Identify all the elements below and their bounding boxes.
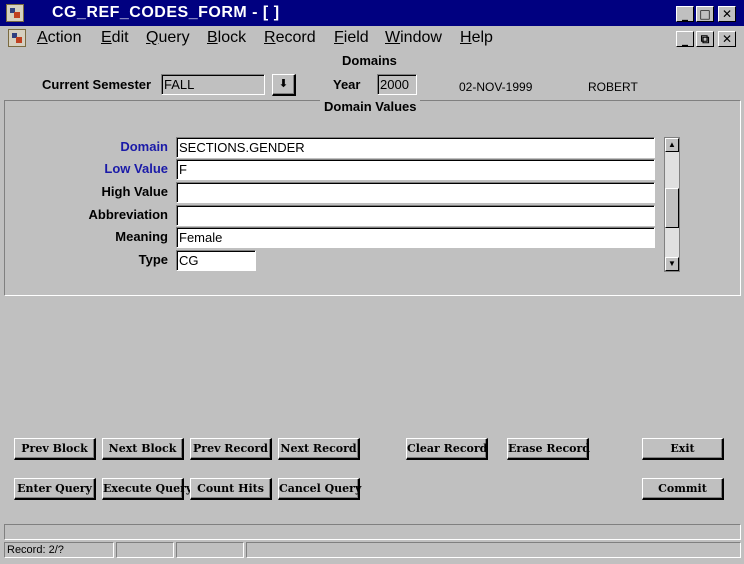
window-title: CG_REF_CODES_FORM - [ ] — [52, 4, 280, 21]
enter-query-button[interactable]: Enter Query — [14, 478, 96, 500]
count-hits-button[interactable]: Count Hits — [190, 478, 272, 500]
scroll-up-icon[interactable]: ▲ — [665, 138, 679, 152]
app-icon[interactable] — [6, 4, 24, 22]
mdi-close-button[interactable]: ✕ — [718, 31, 736, 47]
scroll-down-icon[interactable]: ▼ — [665, 257, 679, 271]
status-cell-4 — [246, 542, 741, 558]
menu-query[interactable]: Query — [146, 29, 190, 47]
year-label: Year — [333, 77, 361, 92]
mdi-minimize-button[interactable]: _ — [676, 31, 694, 47]
minimize-button[interactable]: _ — [676, 6, 694, 22]
status-cell-2 — [116, 542, 174, 558]
menu-block[interactable]: Block — [207, 29, 246, 47]
domain-label: Domain — [120, 139, 168, 154]
next-record-button[interactable]: Next Record — [278, 438, 360, 460]
scrollbar-thumb[interactable] — [665, 188, 679, 228]
maximize-button[interactable]: □ — [696, 6, 714, 22]
next-block-button[interactable]: Next Block — [102, 438, 184, 460]
message-line — [4, 524, 741, 540]
current-user: ROBERT — [588, 80, 638, 94]
prev-block-button[interactable]: Prev Block — [14, 438, 96, 460]
prev-record-button[interactable]: Prev Record — [190, 438, 272, 460]
menu-help[interactable]: Help — [460, 29, 493, 47]
current-date: 02-NOV-1999 — [459, 80, 533, 94]
current-semester-field[interactable]: FALL — [161, 74, 265, 95]
clear-record-button[interactable]: Clear Record — [406, 438, 488, 460]
exit-button[interactable]: Exit — [642, 438, 724, 460]
high-value-label: High Value — [101, 184, 168, 199]
meaning-label: Meaning — [115, 229, 168, 244]
erase-record-button[interactable]: Erase Record — [507, 438, 590, 460]
year-field[interactable]: 2000 — [377, 74, 417, 95]
mdi-restore-button[interactable]: ⧉ — [696, 31, 714, 47]
document-icon[interactable] — [8, 29, 26, 47]
menu-field[interactable]: Field — [334, 29, 369, 47]
execute-query-button[interactable]: Execute Query — [102, 478, 192, 500]
meaning-field[interactable]: Female — [176, 227, 655, 248]
low-value-field[interactable]: F — [176, 159, 655, 180]
menu-edit[interactable]: Edit — [101, 29, 129, 47]
menu-action[interactable]: Action — [37, 29, 81, 47]
close-button[interactable]: ✕ — [718, 6, 736, 22]
menu-window[interactable]: Window — [385, 29, 442, 47]
abbreviation-label: Abbreviation — [88, 207, 168, 222]
current-semester-label: Current Semester — [42, 77, 152, 92]
cancel-query-button[interactable]: Cancel Query — [278, 478, 361, 500]
high-value-field[interactable] — [176, 182, 655, 203]
type-label: Type — [138, 252, 168, 267]
domain-values-title: Domain Values — [320, 99, 421, 114]
block-title: Domains — [342, 53, 397, 68]
domain-field[interactable]: SECTIONS.GENDER — [176, 137, 655, 158]
menu-record[interactable]: Record — [264, 29, 316, 47]
abbreviation-field[interactable] — [176, 205, 655, 226]
status-cell-3 — [176, 542, 244, 558]
down-arrow-icon: ⬇ — [278, 77, 289, 90]
status-record: Record: 2/? — [4, 542, 114, 558]
commit-button[interactable]: Commit — [642, 478, 724, 500]
low-value-label: Low Value — [104, 161, 168, 176]
semester-dropdown-button[interactable]: ⬇ — [272, 74, 296, 96]
type-field[interactable]: CG — [176, 250, 256, 271]
